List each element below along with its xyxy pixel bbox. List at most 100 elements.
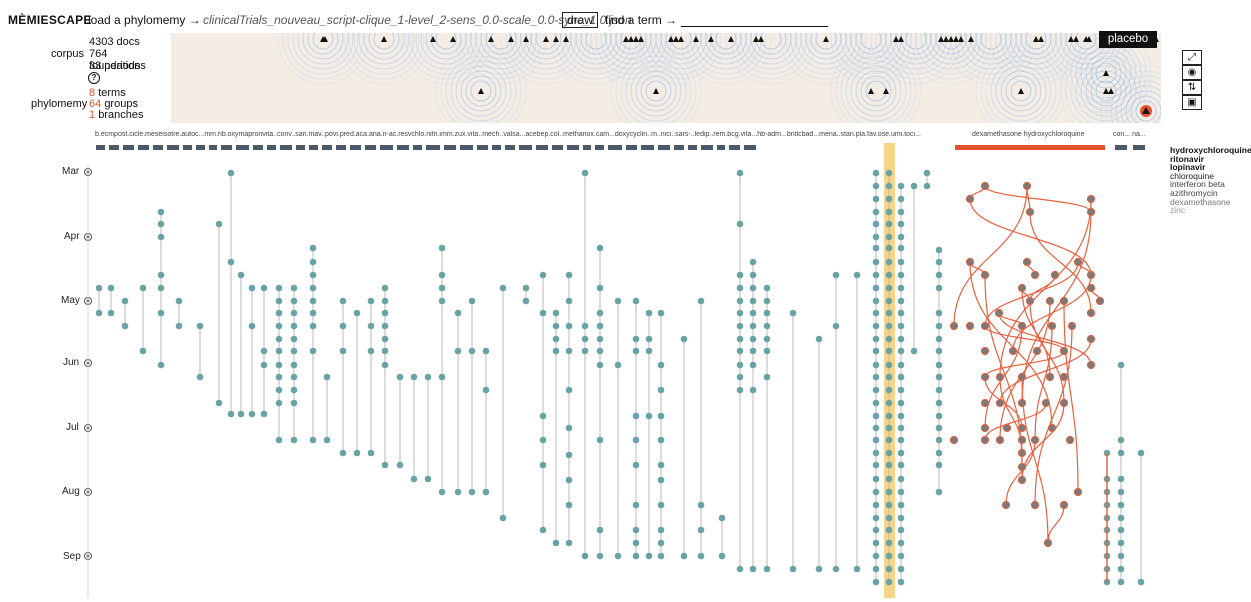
highlight-node xyxy=(1017,372,1027,382)
group-node xyxy=(1117,488,1125,496)
contour-line xyxy=(425,33,467,60)
group-node xyxy=(157,271,165,279)
group-node xyxy=(552,322,560,330)
group-node xyxy=(657,361,665,369)
group-node xyxy=(309,436,317,444)
draw-button[interactable]: draw xyxy=(562,12,598,28)
group-node xyxy=(885,436,893,444)
group-node xyxy=(657,309,665,317)
placebo-label[interactable]: placebo xyxy=(1099,31,1157,48)
group-node xyxy=(736,373,744,381)
group-node xyxy=(596,347,604,355)
highlight-edge xyxy=(953,185,1028,327)
group-node xyxy=(552,309,560,317)
group-node xyxy=(499,514,507,522)
highlight-edge xyxy=(1034,325,1053,441)
branch-bar xyxy=(519,145,532,150)
group-node xyxy=(260,410,268,418)
group-node xyxy=(736,220,744,228)
highlight-node xyxy=(1022,257,1032,267)
highlight-node xyxy=(1086,360,1096,370)
group-node xyxy=(381,322,389,330)
group-node xyxy=(853,271,861,279)
target-icon[interactable]: ◉ xyxy=(1182,65,1202,80)
sort-icon[interactable]: ⇅ xyxy=(1182,80,1202,95)
highlight-edge xyxy=(1029,274,1056,302)
branch-bar xyxy=(641,145,654,150)
contour-map xyxy=(277,33,1161,123)
group-node xyxy=(237,271,245,279)
expand-icon[interactable]: ⤢ xyxy=(1182,50,1202,65)
group-node xyxy=(897,195,905,203)
group-node xyxy=(468,347,476,355)
group-node xyxy=(565,271,573,279)
branch-bar xyxy=(236,145,249,150)
group-node xyxy=(424,475,432,483)
group-node xyxy=(897,233,905,241)
branch-bar xyxy=(674,145,684,150)
group-node xyxy=(897,578,905,586)
topic-map[interactable] xyxy=(171,33,1161,123)
help-icon[interactable]: ? xyxy=(88,72,100,84)
group-node xyxy=(196,373,204,381)
group-node xyxy=(396,461,404,469)
group-node xyxy=(697,297,705,305)
group-node xyxy=(736,297,744,305)
landmark-icon xyxy=(958,36,964,42)
legend-item[interactable]: zinc xyxy=(1170,206,1251,215)
group-node xyxy=(789,565,797,573)
group-node xyxy=(1117,475,1125,483)
period-dot xyxy=(86,361,90,365)
landmark-icon xyxy=(1018,88,1024,94)
branch-bar xyxy=(153,145,163,150)
group-node xyxy=(885,258,893,266)
group-node xyxy=(872,244,880,252)
camera-icon[interactable]: ▣ xyxy=(1182,95,1202,110)
group-node xyxy=(749,361,757,369)
group-node xyxy=(872,412,880,420)
group-node xyxy=(552,335,560,343)
load-phylomemy-link[interactable]: load a phylomemy → xyxy=(88,13,201,27)
group-node xyxy=(897,373,905,381)
group-node xyxy=(657,386,665,394)
highlight-node xyxy=(1017,435,1027,445)
find-term-input[interactable] xyxy=(681,26,828,27)
landmark-icon xyxy=(693,36,699,42)
landmark-icon xyxy=(633,36,639,42)
group-node xyxy=(596,284,604,292)
group-node xyxy=(438,244,446,252)
highlight-node xyxy=(1030,435,1040,445)
group-node xyxy=(885,220,893,228)
period-marker xyxy=(84,488,92,496)
landmark-icon xyxy=(523,36,529,42)
group-node xyxy=(763,565,771,573)
highlight-node xyxy=(965,257,975,267)
branch-bar xyxy=(701,145,713,150)
group-node xyxy=(935,436,943,444)
highlight-node xyxy=(1017,283,1027,293)
period-marker xyxy=(84,552,92,560)
contour-line xyxy=(855,70,897,112)
group-node xyxy=(468,488,476,496)
group-node xyxy=(885,347,893,355)
landmark-icon xyxy=(1038,36,1044,42)
landmark-icon xyxy=(543,36,549,42)
group-node xyxy=(309,309,317,317)
group-node xyxy=(275,309,283,317)
group-node xyxy=(935,271,943,279)
group-node xyxy=(749,258,757,266)
group-node xyxy=(157,233,165,241)
group-node xyxy=(718,552,726,560)
month-label: Mar xyxy=(62,166,80,177)
group-node xyxy=(339,297,347,305)
group-node xyxy=(657,436,665,444)
highlight-edge xyxy=(984,185,1092,213)
group-node xyxy=(872,526,880,534)
highlight-node xyxy=(1025,207,1035,217)
group-node xyxy=(885,361,893,369)
group-node xyxy=(565,476,573,484)
landmark-icon xyxy=(953,36,959,42)
group-node xyxy=(657,539,665,547)
period-dot xyxy=(86,426,90,430)
group-node xyxy=(309,284,317,292)
